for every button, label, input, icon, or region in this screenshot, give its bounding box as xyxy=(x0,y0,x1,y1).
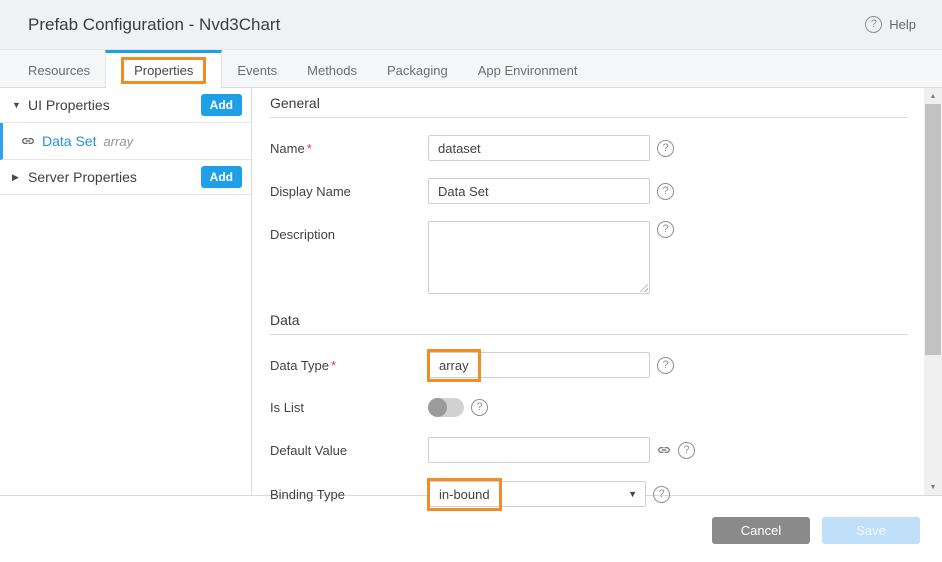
default-value-help-icon[interactable]: ? xyxy=(678,442,695,459)
data-type-value-highlight: array xyxy=(427,349,481,382)
help-label: Help xyxy=(889,17,916,32)
tab-methods[interactable]: Methods xyxy=(292,50,372,87)
default-value-label: Default Value xyxy=(270,443,428,458)
section-heading-general: General xyxy=(270,95,908,118)
property-form-panel: General Name* ? Display Name ? xyxy=(252,88,942,495)
binding-type-value-highlight: in-bound xyxy=(427,478,502,511)
binding-type-label: Binding Type xyxy=(270,487,428,502)
description-textarea[interactable] xyxy=(428,221,650,294)
name-input[interactable] xyxy=(428,135,650,161)
binding-type-select[interactable]: in-bound ▼ xyxy=(428,481,646,507)
sidebar-item-dataset[interactable]: Data Set array xyxy=(0,123,251,160)
collapse-arrow-icon[interactable]: ▼ xyxy=(12,100,28,110)
is-list-label: Is List xyxy=(270,400,428,415)
tab-bar: Resources Properties Events Methods Pack… xyxy=(0,50,942,88)
sidebar-section-ui-properties[interactable]: ▼ UI Properties Add xyxy=(0,88,251,123)
properties-tab-highlight: Properties xyxy=(121,57,206,84)
tab-events[interactable]: Events xyxy=(222,50,292,87)
add-ui-property-button[interactable]: Add xyxy=(201,94,242,116)
name-help-icon[interactable]: ? xyxy=(657,140,674,157)
dataset-item-type: array xyxy=(103,134,133,149)
tab-app-environment[interactable]: App Environment xyxy=(463,50,593,87)
sidebar-section-server-properties[interactable]: ▶ Server Properties Add xyxy=(0,160,251,195)
cancel-button[interactable]: Cancel xyxy=(712,517,810,544)
tab-properties[interactable]: Properties xyxy=(105,50,222,88)
bind-property-icon[interactable] xyxy=(657,443,671,457)
field-row-name: Name* ? xyxy=(270,135,908,161)
help-button[interactable]: ? Help xyxy=(865,16,916,33)
description-help-icon[interactable]: ? xyxy=(657,221,674,238)
field-row-description: Description ? xyxy=(270,221,908,294)
scrollbar-thumb[interactable] xyxy=(925,104,941,355)
field-row-display-name: Display Name ? xyxy=(270,178,908,204)
name-label: Name* xyxy=(270,141,428,156)
field-row-is-list: Is List ? xyxy=(270,398,908,417)
bind-link-icon xyxy=(21,134,35,148)
tab-packaging[interactable]: Packaging xyxy=(372,50,463,87)
page-title: Prefab Configuration - Nvd3Chart xyxy=(28,15,280,35)
vertical-scrollbar[interactable]: ▲ ▼ xyxy=(924,88,942,495)
field-row-default-value: Default Value ? xyxy=(270,437,908,463)
field-row-binding-type: Binding Type in-bound ▼ ? xyxy=(270,481,908,507)
required-asterisk: * xyxy=(331,358,336,373)
section-heading-data: Data xyxy=(270,312,908,335)
tab-resources[interactable]: Resources xyxy=(13,50,105,87)
dialog-header: Prefab Configuration - Nvd3Chart ? Help xyxy=(0,0,942,50)
prefab-configuration-dialog: Prefab Configuration - Nvd3Chart ? Help … xyxy=(0,0,942,562)
is-list-help-icon[interactable]: ? xyxy=(471,399,488,416)
binding-type-help-icon[interactable]: ? xyxy=(653,486,670,503)
chevron-down-icon: ▼ xyxy=(628,489,637,499)
data-type-label: Data Type* xyxy=(270,358,428,373)
field-row-data-type: Data Type* array ? xyxy=(270,352,908,378)
display-name-help-icon[interactable]: ? xyxy=(657,183,674,200)
add-server-property-button[interactable]: Add xyxy=(201,166,242,188)
data-type-input[interactable]: array xyxy=(428,352,650,378)
scroll-down-icon[interactable]: ▼ xyxy=(924,479,942,495)
description-label: Description xyxy=(270,221,428,242)
toggle-knob xyxy=(428,398,447,417)
save-button[interactable]: Save xyxy=(822,517,920,544)
display-name-label: Display Name xyxy=(270,184,428,199)
properties-sidebar: ▼ UI Properties Add Data Set array ▶ Ser… xyxy=(0,88,252,495)
scroll-up-icon[interactable]: ▲ xyxy=(924,88,942,104)
help-circle-icon: ? xyxy=(865,16,882,33)
default-value-input[interactable] xyxy=(428,437,650,463)
is-list-toggle[interactable] xyxy=(428,398,464,417)
data-type-help-icon[interactable]: ? xyxy=(657,357,674,374)
dataset-item-label: Data Set xyxy=(42,133,96,149)
display-name-input[interactable] xyxy=(428,178,650,204)
expand-arrow-icon[interactable]: ▶ xyxy=(12,172,28,183)
required-asterisk: * xyxy=(307,141,312,156)
